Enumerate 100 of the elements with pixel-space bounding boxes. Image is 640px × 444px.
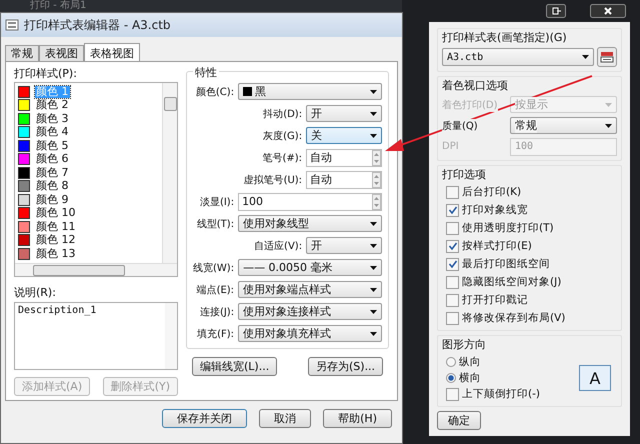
property-label: 抖动(D): xyxy=(263,108,302,120)
property-label: 虚拟笔号(U): xyxy=(244,174,302,186)
caret-icon xyxy=(370,266,378,270)
ok-button[interactable]: 确定 xyxy=(437,411,481,430)
property-label: 淡显(I): xyxy=(200,196,234,208)
style-item[interactable]: 颜色 9 xyxy=(35,194,70,206)
dropdown-value: 使用对象连接样式 xyxy=(243,304,332,319)
dropdown[interactable]: 黑 xyxy=(238,83,382,100)
spinner-arrows-icon[interactable] xyxy=(372,194,382,210)
tab[interactable]: 常规 xyxy=(5,45,39,61)
checkbox-label: 按样式打印(E) xyxy=(462,239,532,253)
dropdown-value: 使用对象端点样式 xyxy=(243,282,332,297)
dialog-button[interactable]: 取消 xyxy=(259,409,312,428)
spin-value: 100 xyxy=(242,195,264,208)
field-label: 质量(Q) xyxy=(442,118,478,132)
tab[interactable]: 表格视图 xyxy=(84,43,140,62)
property-label: 颜色(C): xyxy=(196,86,234,98)
checkbox-label: 打印对象线宽 xyxy=(462,203,528,217)
dropdown[interactable]: 使用对象填充样式 xyxy=(238,325,382,342)
spin-field[interactable]: 100 xyxy=(238,192,382,210)
caret-icon xyxy=(582,55,589,59)
description-field[interactable]: Description_1 xyxy=(14,302,178,370)
checkbox-label: 将修改保存到布局(V) xyxy=(462,311,566,325)
dropdown-value: 开 xyxy=(311,106,324,121)
spin-value: 自动 xyxy=(310,150,334,165)
group-title: 着色视口选项 xyxy=(442,79,509,93)
edit-button[interactable]: 另存为(S)... xyxy=(308,357,384,376)
property-label: 灰度(G): xyxy=(263,130,302,142)
radio-label: 纵向 xyxy=(459,355,481,369)
checkbox[interactable] xyxy=(446,312,459,324)
checkbox[interactable] xyxy=(446,204,459,216)
checkbox-label: 隐藏图纸空间对象(J) xyxy=(462,275,562,289)
edit-style-button[interactable] xyxy=(597,47,617,67)
dropdown[interactable]: 使用对象连接样式 xyxy=(238,303,382,320)
checkbox-label: 上下颠倒打印(-) xyxy=(462,387,540,401)
caret-icon xyxy=(370,332,378,336)
group-title: 打印选项 xyxy=(442,168,487,182)
style-item[interactable]: 颜色 8 xyxy=(35,180,70,192)
dropdown-value: 开 xyxy=(311,238,324,253)
caret-icon xyxy=(370,288,378,292)
checkbox-label: 使用透明度打印(T) xyxy=(462,221,554,235)
caret-icon xyxy=(370,310,378,314)
dropdown-value: 使用对象填充样式 xyxy=(243,326,332,341)
caret-icon xyxy=(370,134,378,138)
spin-field[interactable]: 自动 xyxy=(306,148,382,166)
checkbox[interactable] xyxy=(446,388,459,400)
checkbox[interactable] xyxy=(446,186,459,198)
horizontal-scrollbar[interactable] xyxy=(15,262,177,276)
dropdown[interactable]: 开 xyxy=(306,237,382,254)
spinner-arrows-icon[interactable] xyxy=(372,172,382,188)
caret-icon xyxy=(605,102,612,106)
back-window-title: 打印 - 布局1 xyxy=(30,0,86,12)
caret-icon xyxy=(370,90,378,94)
radio-button[interactable] xyxy=(446,373,456,383)
style-item[interactable]: 颜色 10 xyxy=(35,207,76,220)
style-item[interactable]: 颜色 7 xyxy=(35,166,70,179)
checkbox[interactable] xyxy=(446,240,459,252)
style-item[interactable]: 颜色 6 xyxy=(35,153,70,166)
caret-icon xyxy=(370,112,378,116)
property-label: 端点(E): xyxy=(196,284,234,296)
checkbox[interactable] xyxy=(446,258,459,270)
style-item[interactable]: 颜色 4 xyxy=(35,126,70,138)
checkbox-label: 后台打印(K) xyxy=(462,185,522,199)
close-icon[interactable] xyxy=(590,4,626,18)
style-item[interactable]: 颜色 11 xyxy=(35,220,76,233)
window-restore-icon[interactable] xyxy=(546,4,566,18)
property-label: 线宽(W): xyxy=(193,262,234,274)
style-item[interactable]: 颜色 2 xyxy=(35,99,70,112)
dialog-button[interactable]: 保存并关闭 xyxy=(162,409,248,428)
tab[interactable]: 表视图 xyxy=(39,45,84,61)
styles-label: 打印样式(P): xyxy=(14,67,78,80)
vertical-scrollbar[interactable] xyxy=(162,83,177,262)
plot-style-dropdown[interactable]: A3.ctb xyxy=(442,48,594,66)
property-label: 自适应(V): xyxy=(254,240,302,252)
spinner-arrows-icon[interactable] xyxy=(372,150,382,166)
checkbox[interactable] xyxy=(446,276,459,288)
edit-button[interactable]: 编辑线宽(L)... xyxy=(192,357,278,376)
style-item[interactable]: 颜色 12 xyxy=(35,234,76,246)
spin-field[interactable]: 自动 xyxy=(306,170,382,188)
group-title: 特性 xyxy=(193,66,219,79)
window-icon xyxy=(5,18,19,32)
radio-button[interactable] xyxy=(446,357,456,367)
style-item[interactable]: 颜色 5 xyxy=(35,140,70,152)
checkbox-label: 打开打印戳记 xyxy=(462,293,528,307)
dropdown[interactable]: 关 xyxy=(306,127,382,144)
style-item[interactable]: 颜色 13 xyxy=(35,248,76,260)
description-label: 说明(R): xyxy=(14,286,57,298)
dropdown[interactable]: —— 0.0050 毫米 xyxy=(238,259,382,276)
color-swatch xyxy=(243,87,252,96)
dropdown[interactable]: 使用对象线型 xyxy=(238,215,382,232)
checkbox[interactable] xyxy=(446,222,459,234)
style-item[interactable]: 颜色 3 xyxy=(35,112,70,125)
dropdown[interactable]: 使用对象端点样式 xyxy=(238,281,382,298)
dialog-button[interactable]: 帮助(H) xyxy=(323,409,392,428)
dropdown[interactable]: 开 xyxy=(306,105,382,122)
checkbox[interactable] xyxy=(446,294,459,306)
property-label: 连接(J): xyxy=(200,306,234,318)
spin-value: 自动 xyxy=(310,172,334,187)
dropdown[interactable]: 常规 xyxy=(510,117,617,134)
property-label: 线型(T): xyxy=(196,218,234,230)
